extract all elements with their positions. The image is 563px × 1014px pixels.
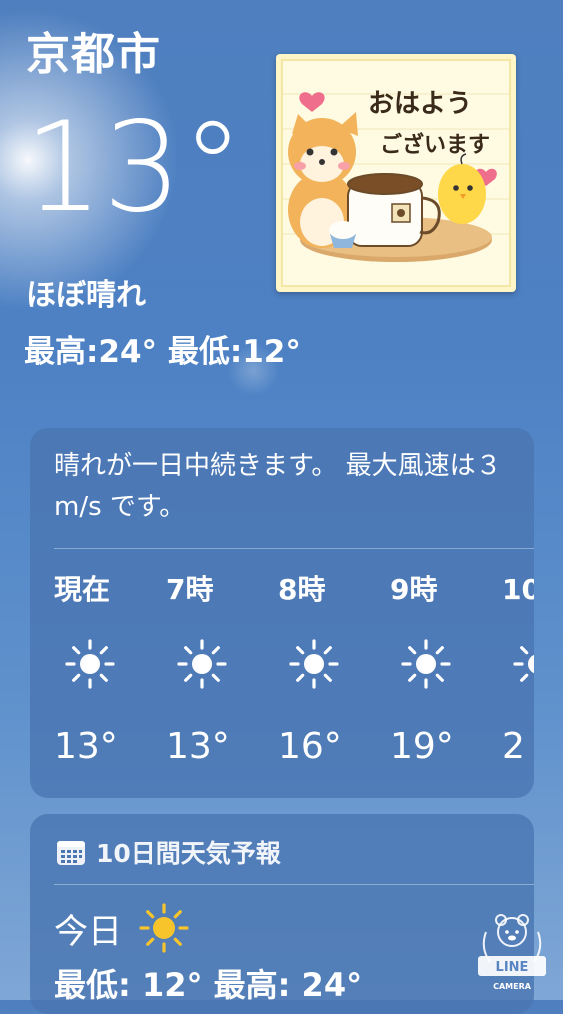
watermark-sub: CAMERA <box>493 982 532 991</box>
high-low-temperature: 最高:24° 最低:12° <box>24 334 301 370</box>
forecast-row-today[interactable]: 今日 <box>54 902 190 954</box>
forecast-summary: 晴れが一日中続きます。 最大風速は３m/s です。 <box>54 451 502 522</box>
sun-icon <box>289 639 339 689</box>
hour-label: 10時 <box>502 573 534 606</box>
current-temperature: 13° <box>24 96 244 240</box>
card-divider <box>54 548 534 549</box>
hour-temperature: 2 <box>502 726 525 767</box>
sticker-illustration: おはよう ございます <box>281 59 511 287</box>
ten-day-header: 10日間天気予報 <box>56 834 281 870</box>
city-name: 京都市 <box>26 29 161 80</box>
sun-icon <box>513 646 534 682</box>
calendar-icon <box>57 841 85 865</box>
card-divider <box>54 884 534 885</box>
hourly-scroll[interactable]: 現在 13° 7時 13° 8時 16° 9時 19° 10 2 <box>30 568 534 788</box>
line-camera-watermark: LINE CAMERA <box>472 910 552 994</box>
hour-label: 7時 <box>166 573 214 606</box>
sticker-greeting-line2: ございます <box>380 132 490 158</box>
watermark-brand: LINE <box>496 960 529 975</box>
hour-temperature: 19° <box>390 726 454 767</box>
sun-icon <box>401 639 451 689</box>
forecast-day-label: 今日 <box>54 911 122 952</box>
ten-day-forecast-card[interactable]: 10日間天気予報 今日 最低: 12° 最高: 24° <box>30 814 534 1014</box>
current-condition: ほぼ晴れ <box>26 278 146 313</box>
sun-icon-yellow <box>139 903 189 953</box>
hour-label: 現在 <box>54 573 111 606</box>
sun-icon <box>177 639 227 689</box>
hour-temperature: 13° <box>166 726 230 767</box>
hour-temperature: 16° <box>278 726 342 767</box>
forecast-today-range: 最低: 12° 最高: 24° <box>54 966 363 1004</box>
sticker-greeting-line1: おはよう <box>368 89 472 119</box>
hour-label: 9時 <box>390 573 438 606</box>
hourly-forecast-card[interactable]: 晴れが一日中続きます。 最大風速は３m/s です。 現在 13° 7時 13° … <box>30 428 534 798</box>
ten-day-title: 10日間天気予報 <box>96 839 281 868</box>
hour-label: 8時 <box>278 573 326 606</box>
greeting-sticker[interactable]: おはよう ございます <box>276 54 516 292</box>
hour-temperature: 13° <box>54 726 118 767</box>
bear-logo-icon: LINE CAMERA <box>478 914 546 991</box>
sun-icon <box>65 639 115 689</box>
